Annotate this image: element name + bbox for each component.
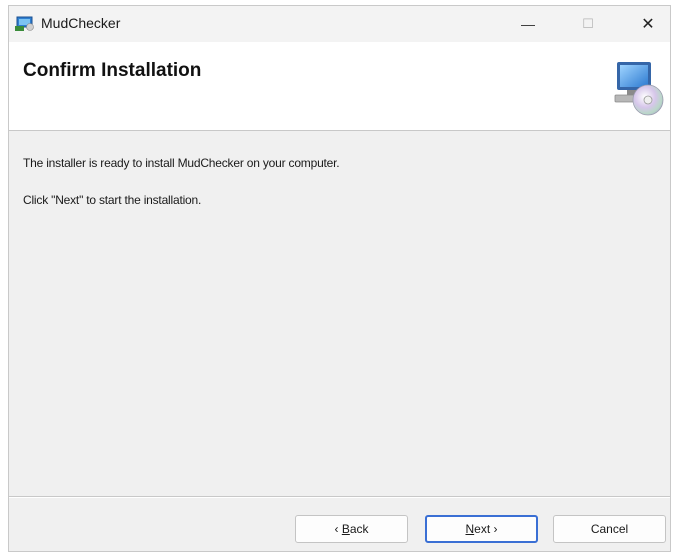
- instruction-message: Click "Next" to start the installation.: [23, 193, 202, 207]
- wizard-content: The installer is ready to install MudChe…: [9, 131, 670, 496]
- page-title: Confirm Installation: [23, 60, 202, 81]
- back-mnemonic: B: [341, 522, 350, 536]
- wizard-header: Confirm Installation: [9, 42, 670, 131]
- installer-app-icon: [15, 15, 35, 31]
- close-button[interactable]: ✕: [625, 6, 670, 42]
- minimize-button[interactable]: —: [505, 6, 551, 42]
- window-title: MudChecker: [41, 15, 121, 31]
- back-button[interactable]: ‹ Back: [295, 515, 408, 543]
- maximize-icon: ☐: [582, 16, 594, 31]
- next-mnemonic: N: [465, 522, 475, 536]
- footer-divider: [9, 496, 670, 498]
- back-label-rest: ack: [349, 522, 369, 536]
- installer-window: MudChecker — ☐ ✕ Confirm Installation Th…: [8, 5, 671, 552]
- maximize-button[interactable]: ☐: [565, 6, 611, 42]
- close-icon: ✕: [641, 16, 655, 33]
- minimize-icon: —: [521, 16, 535, 32]
- back-arrow: ‹: [334, 522, 342, 536]
- next-button[interactable]: Next ›: [425, 515, 538, 543]
- next-label-rest: ext: [474, 522, 491, 536]
- computer-disc-icon: [613, 58, 665, 116]
- ready-message: The installer is ready to install MudChe…: [23, 156, 340, 170]
- next-arrow: ›: [490, 522, 498, 536]
- title-bar[interactable]: MudChecker — ☐ ✕: [9, 6, 670, 42]
- cancel-button[interactable]: Cancel: [553, 515, 666, 543]
